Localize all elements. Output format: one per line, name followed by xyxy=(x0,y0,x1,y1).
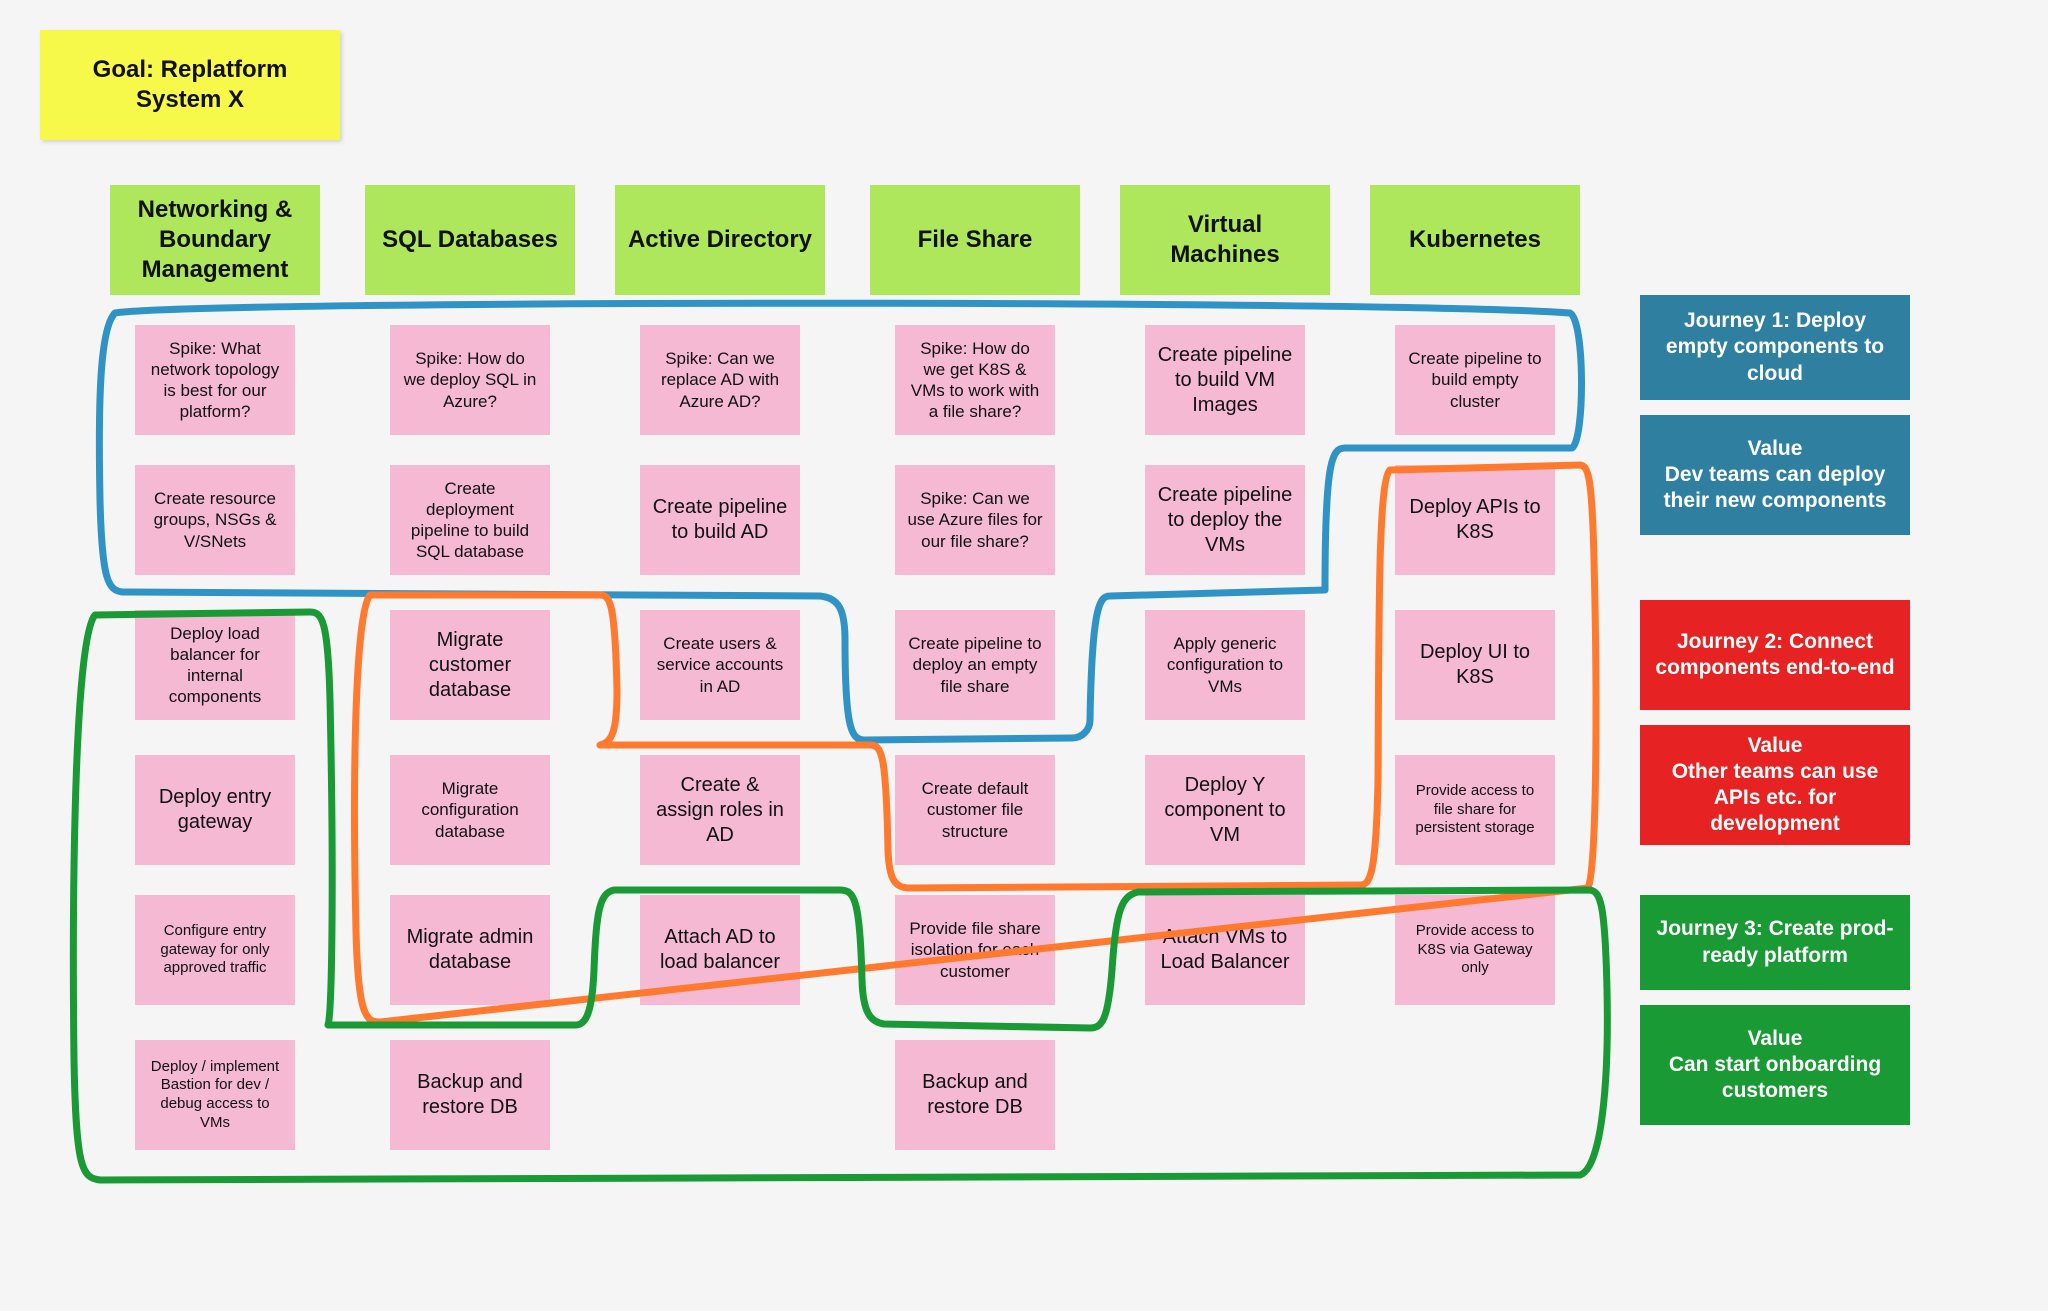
journey-3-outline xyxy=(73,612,1607,1180)
col-header-k8s: Kubernetes xyxy=(1370,185,1580,295)
task-note: Create pipeline to build empty cluster xyxy=(1395,325,1555,435)
journey-2-value: Value Other teams can use APIs etc. for … xyxy=(1640,725,1910,845)
journey-2-title: Journey 2: Connect components end-to-end xyxy=(1640,600,1910,710)
task-note: Provide file share isolation for each cu… xyxy=(895,895,1055,1005)
task-note: Migrate customer database xyxy=(390,610,550,720)
task-note: Deploy load balancer for internal compon… xyxy=(135,610,295,720)
task-note: Create default customer file structure xyxy=(895,755,1055,865)
task-note: Deploy Y component to VM xyxy=(1145,755,1305,865)
task-note: Spike: Can we use Azure files for our fi… xyxy=(895,465,1055,575)
task-note: Configure entry gateway for only approve… xyxy=(135,895,295,1005)
task-note: Create pipeline to build AD xyxy=(640,465,800,575)
task-note: Deploy UI to K8S xyxy=(1395,610,1555,720)
goal-note: Goal: Replatform System X xyxy=(40,30,340,140)
task-note: Deploy / implement Bastion for dev / deb… xyxy=(135,1040,295,1150)
task-note: Create deployment pipeline to build SQL … xyxy=(390,465,550,575)
task-note: Deploy APIs to K8S xyxy=(1395,465,1555,575)
task-note: Backup and restore DB xyxy=(390,1040,550,1150)
task-note: Spike: How do we deploy SQL in Azure? xyxy=(390,325,550,435)
task-note: Provide access to file share for persist… xyxy=(1395,755,1555,865)
task-note: Apply generic configuration to VMs xyxy=(1145,610,1305,720)
task-note: Deploy entry gateway xyxy=(135,755,295,865)
col-header-fileshare: File Share xyxy=(870,185,1080,295)
task-note: Spike: Can we replace AD with Azure AD? xyxy=(640,325,800,435)
task-note: Create pipeline to deploy the VMs xyxy=(1145,465,1305,575)
journey-1-title: Journey 1: Deploy empty components to cl… xyxy=(1640,295,1910,400)
task-note: Spike: How do we get K8S & VMs to work w… xyxy=(895,325,1055,435)
journey-3-title: Journey 3: Create prod-ready platform xyxy=(1640,895,1910,990)
task-note: Create pipeline to build VM Images xyxy=(1145,325,1305,435)
task-note: Provide access to K8S via Gateway only xyxy=(1395,895,1555,1005)
task-note: Create users & service accounts in AD xyxy=(640,610,800,720)
col-header-sql: SQL Databases xyxy=(365,185,575,295)
task-note: Spike: What network topology is best for… xyxy=(135,325,295,435)
task-note: Attach AD to load balancer xyxy=(640,895,800,1005)
task-note: Create pipeline to deploy an empty file … xyxy=(895,610,1055,720)
col-header-vm: Virtual Machines xyxy=(1120,185,1330,295)
journey-1-value: Value Dev teams can deploy their new com… xyxy=(1640,415,1910,535)
task-note: Migrate admin database xyxy=(390,895,550,1005)
task-note: Attach VMs to Load Balancer xyxy=(1145,895,1305,1005)
task-note: Backup and restore DB xyxy=(895,1040,1055,1150)
col-header-networking: Networking & Boundary Management xyxy=(110,185,320,295)
task-note: Create resource groups, NSGs & V/SNets xyxy=(135,465,295,575)
story-map-canvas: Goal: Replatform System X Networking & B… xyxy=(0,0,2048,1311)
journey-1-outline xyxy=(99,303,1581,740)
task-note: Migrate configuration database xyxy=(390,755,550,865)
task-note: Create & assign roles in AD xyxy=(640,755,800,865)
col-header-ad: Active Directory xyxy=(615,185,825,295)
journey-3-value: Value Can start onboarding customers xyxy=(1640,1005,1910,1125)
